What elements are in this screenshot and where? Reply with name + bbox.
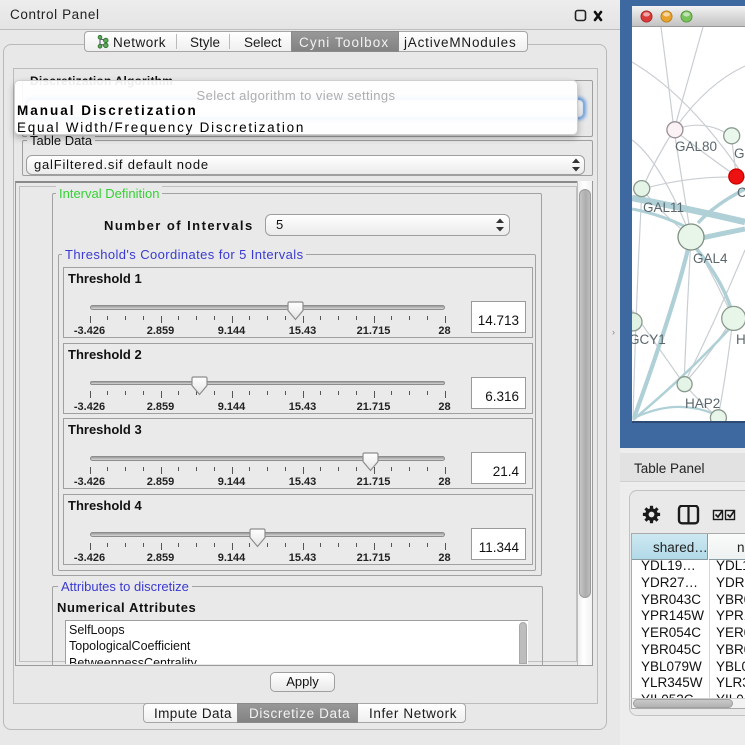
- svg-text:C: C: [737, 185, 745, 200]
- svg-text:GAL80: GAL80: [675, 139, 717, 154]
- svg-text:GAL11: GAL11: [643, 200, 684, 215]
- svg-text:GCY1: GCY1: [632, 332, 666, 347]
- svg-text:H: H: [736, 332, 745, 347]
- svg-text:GAL4: GAL4: [693, 251, 728, 266]
- svg-text:HAP2: HAP2: [685, 396, 720, 411]
- svg-text:G.: G.: [734, 146, 745, 161]
